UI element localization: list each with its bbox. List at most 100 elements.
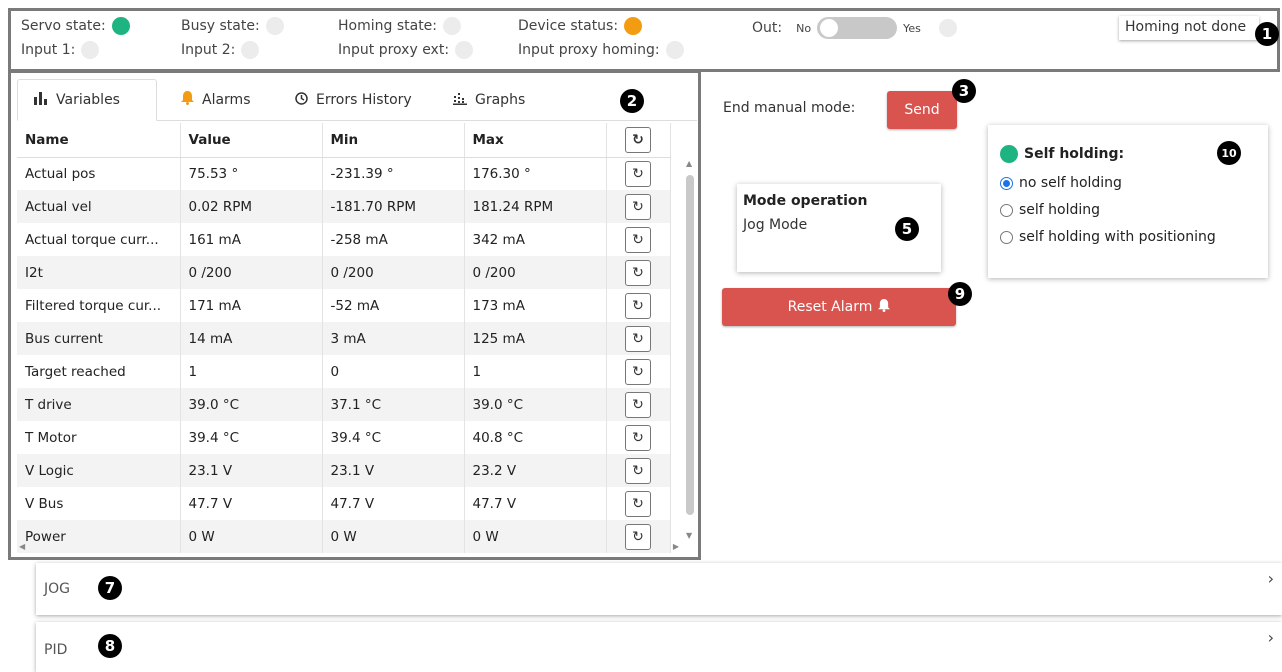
cell-max: 23.2 V bbox=[464, 454, 607, 487]
cell-value: 39.4 °C bbox=[180, 421, 323, 454]
column-header-min: Min bbox=[322, 123, 465, 158]
servo-state: Servo state: bbox=[21, 17, 130, 35]
cell-reset: ↻ bbox=[606, 190, 671, 223]
tab-graphs[interactable]: Graphs bbox=[437, 79, 541, 121]
chevron-right-icon[interactable]: › bbox=[1268, 628, 1274, 647]
scroll-left-icon[interactable]: ◀ bbox=[19, 542, 25, 551]
pid-accordion[interactable]: PID › bbox=[36, 622, 1282, 672]
cell-value: 14 mA bbox=[180, 322, 323, 355]
jog-accordion-title: JOG bbox=[44, 581, 70, 597]
radio-option-no-self-holding[interactable]: no self holding bbox=[1000, 175, 1256, 191]
cell-reset: ↻ bbox=[606, 322, 671, 355]
tab-alarms[interactable]: Alarms bbox=[165, 79, 267, 121]
self-holding-indicator bbox=[1000, 145, 1018, 163]
pid-accordion-title: PID bbox=[44, 642, 68, 658]
cell-name: V Logic bbox=[17, 454, 181, 487]
row-reset-button[interactable]: ↻ bbox=[625, 226, 651, 253]
busy-state: Busy state: bbox=[181, 17, 284, 35]
cell-reset: ↻ bbox=[606, 289, 671, 322]
send-button[interactable]: Send bbox=[887, 91, 957, 129]
refresh-icon: ↻ bbox=[632, 297, 644, 314]
table-row: Filtered torque cur... 171 mA -52 mA 173 mA… bbox=[17, 289, 671, 322]
out-toggle[interactable] bbox=[817, 17, 898, 39]
vertical-scrollbar[interactable]: ▲ ▼ bbox=[684, 159, 696, 543]
row-reset-button[interactable]: ↻ bbox=[625, 358, 651, 385]
chevron-right-icon[interactable]: › bbox=[1268, 569, 1274, 588]
busy-state-indicator bbox=[265, 17, 284, 35]
cell-name: I2t bbox=[17, 256, 181, 289]
radio-option-self-holding[interactable]: self holding bbox=[1000, 202, 1256, 218]
input2: Input 2: bbox=[181, 41, 260, 59]
bell-icon bbox=[181, 91, 194, 109]
out-indicator bbox=[938, 19, 957, 37]
radio-option-self-holding-positioning[interactable]: self holding with positioning bbox=[1000, 229, 1256, 245]
homing-state-label: Homing state: bbox=[338, 18, 438, 34]
row-reset-button[interactable]: ↻ bbox=[625, 193, 651, 220]
marker-5: 5 bbox=[895, 217, 919, 241]
row-reset-button[interactable]: ↻ bbox=[625, 391, 651, 418]
cell-reset: ↻ bbox=[606, 388, 671, 421]
cell-min: 37.1 °C bbox=[322, 388, 465, 421]
marker-8: 8 bbox=[98, 634, 122, 658]
refresh-icon: ↻ bbox=[632, 165, 644, 182]
out-no-label: No bbox=[796, 21, 812, 35]
row-reset-button[interactable]: ↻ bbox=[625, 424, 651, 451]
tab-variables[interactable]: Variables bbox=[17, 79, 157, 121]
tab-alarms-label: Alarms bbox=[202, 92, 251, 108]
bell-icon bbox=[878, 298, 891, 316]
homing-state: Homing state: bbox=[338, 17, 462, 35]
radio-button[interactable] bbox=[1000, 176, 1013, 190]
table-row: T drive 39.0 °C 37.1 °C 39.0 °C ↻ bbox=[17, 388, 671, 421]
cell-min: 23.1 V bbox=[322, 454, 465, 487]
cell-reset: ↻ bbox=[606, 157, 671, 190]
radio-button[interactable] bbox=[1000, 230, 1013, 244]
cell-value: 161 mA bbox=[180, 223, 323, 256]
device-status: Device status: bbox=[518, 17, 643, 35]
row-reset-button[interactable]: ↻ bbox=[625, 292, 651, 319]
end-manual-mode-label: End manual mode: bbox=[723, 100, 856, 116]
cell-name: V Bus bbox=[17, 487, 181, 520]
scroll-down-icon[interactable]: ▼ bbox=[686, 531, 692, 540]
variables-table: Name Value Min Max ↻ Actual pos 75.53 ° -2… bbox=[17, 123, 671, 553]
cell-name: T drive bbox=[17, 388, 181, 421]
row-reset-button[interactable]: ↻ bbox=[625, 259, 651, 286]
reset-alarm-button[interactable]: Reset Alarm bbox=[722, 288, 956, 326]
cell-value: 75.53 ° bbox=[180, 157, 323, 190]
servo-state-indicator bbox=[111, 17, 130, 35]
scroll-thumb[interactable] bbox=[686, 175, 694, 515]
table-row: Target reached 1 0 1 ↻ bbox=[17, 355, 671, 388]
marker-9: 9 bbox=[948, 282, 972, 306]
table-row: Actual torque curr... 161 mA -258 mA 342 mA… bbox=[17, 223, 671, 256]
cell-max: 342 mA bbox=[464, 223, 607, 256]
row-reset-button[interactable]: ↻ bbox=[625, 457, 651, 484]
row-reset-button[interactable]: ↻ bbox=[625, 325, 651, 352]
row-reset-button[interactable]: ↻ bbox=[625, 490, 651, 517]
homing-state-indicator bbox=[443, 17, 462, 35]
radio-button[interactable] bbox=[1000, 203, 1013, 217]
scroll-up-icon[interactable]: ▲ bbox=[686, 159, 692, 168]
input-proxy-homing-indicator bbox=[665, 41, 684, 59]
jog-accordion[interactable]: JOG › bbox=[36, 563, 1282, 615]
variables-table-body: Actual pos 75.53 ° -231.39 ° 176.30 ° ↻ Actua… bbox=[17, 157, 671, 553]
mode-operation-title: Mode operation bbox=[743, 193, 868, 209]
row-reset-button[interactable]: ↻ bbox=[625, 160, 651, 187]
reset-all-button[interactable]: ↻ bbox=[625, 126, 651, 153]
cell-reset: ↻ bbox=[606, 256, 671, 289]
cell-max: 176.30 ° bbox=[464, 157, 607, 190]
table-row: Actual pos 75.53 ° -231.39 ° 176.30 ° ↻ bbox=[17, 157, 671, 190]
scroll-right-icon[interactable]: ▶ bbox=[673, 542, 679, 551]
servo-state-label: Servo state: bbox=[21, 18, 106, 34]
marker-1: 1 bbox=[1255, 22, 1279, 46]
horizontal-scrollbar[interactable]: ◀ ▶ bbox=[17, 542, 681, 554]
tab-errors-history[interactable]: Errors History bbox=[279, 79, 428, 121]
graph-icon bbox=[453, 92, 467, 109]
cell-value: 39.0 °C bbox=[180, 388, 323, 421]
cell-min: 0 /200 bbox=[322, 256, 465, 289]
cell-max: 47.7 V bbox=[464, 487, 607, 520]
busy-state-label: Busy state: bbox=[181, 18, 260, 34]
cell-max: 39.0 °C bbox=[464, 388, 607, 421]
input-proxy-homing-label: Input proxy homing: bbox=[518, 42, 660, 58]
refresh-icon: ↻ bbox=[632, 264, 644, 281]
cell-reset: ↻ bbox=[606, 355, 671, 388]
tab-bar: Variables Alarms Errors History Graphs bbox=[17, 79, 697, 121]
